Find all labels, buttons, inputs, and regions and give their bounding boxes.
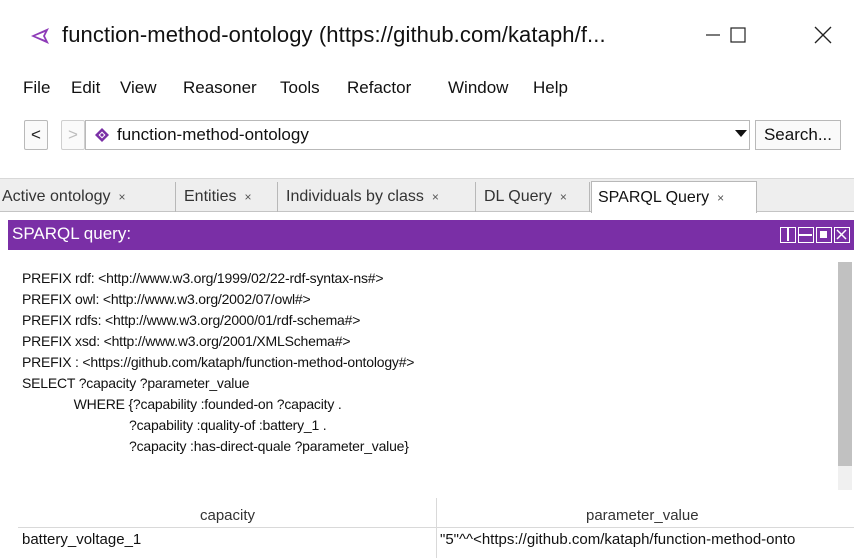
menu-reasoner[interactable]: Reasoner [183,78,257,98]
tab-entities[interactable]: Entities × [178,182,278,212]
query-line: PREFIX rdfs: <http://www.w3.org/2000/01/… [22,312,361,328]
menu-window[interactable]: Window [448,78,508,98]
tab-individuals-by-class[interactable]: Individuals by class × [280,182,476,212]
forward-button[interactable]: > [61,120,85,150]
close-icon [814,26,832,44]
query-line: PREFIX rdf: <http://www.w3.org/1999/02/2… [22,270,384,286]
close-icon[interactable]: × [432,190,439,204]
column-header-parameter-value[interactable]: parameter_value [586,507,699,524]
close-icon[interactable]: × [119,190,126,204]
menu-bar: File Edit View Reasoner Tools Refactor W… [0,70,854,108]
tab-dl-query[interactable]: DL Query × [478,182,590,212]
tab-label: DL Query [484,188,552,205]
query-line: PREFIX xsd: <http://www.w3.org/2001/XMLS… [22,333,351,349]
close-icon[interactable]: × [717,191,724,205]
table-cell[interactable]: battery_voltage_1 [22,531,141,548]
protege-icon [31,28,49,44]
tab-label: Active ontology [2,188,111,205]
query-line: WHERE {?capability :founded-on ?capacity… [22,396,342,412]
tab-sparql-query[interactable]: SPARQL Query × [591,181,757,213]
menu-refactor[interactable]: Refactor [347,78,411,98]
query-line: PREFIX owl: <http://www.w3.org/2002/07/o… [22,291,311,307]
close-icon[interactable]: × [560,190,567,204]
close-view-icon[interactable] [834,227,850,243]
navigation-bar: < > function-method-ontology Search... [0,108,854,178]
search-button[interactable]: Search... [755,120,841,150]
window-title: function-method-ontology (https://github… [62,22,606,47]
tab-label: Individuals by class [286,188,424,205]
tab-label: Entities [184,188,237,205]
menu-edit[interactable]: Edit [71,78,100,98]
maximize-icon [730,27,746,43]
close-window-button[interactable] [800,14,846,56]
query-line: ?capability :quality-of :battery_1 . [22,417,327,433]
column-divider[interactable] [436,498,437,558]
back-button[interactable]: < [24,120,48,150]
query-line: PREFIX : <https://github.com/kataph/func… [22,354,415,370]
query-line: ?capacity :has-direct-quale ?parameter_v… [22,438,409,454]
view-controls [780,227,850,243]
menu-file[interactable]: File [23,78,50,98]
float-view-icon[interactable] [816,227,832,243]
view-header: SPARQL query: [8,220,854,250]
table-cell[interactable]: "5"^^<https://github.com/kataph/function… [440,531,795,548]
sparql-query-editor[interactable]: PREFIX rdf: <http://www.w3.org/1999/02/2… [14,258,842,490]
menu-view[interactable]: View [120,78,157,98]
title-bar: function-method-ontology (https://github… [0,0,854,70]
menu-help[interactable]: Help [533,78,568,98]
tab-label: SPARQL Query [598,188,710,206]
menu-tools[interactable]: Tools [280,78,320,98]
column-header-capacity[interactable]: capacity [200,507,255,524]
ontology-diamond-icon [95,128,109,142]
maximize-button[interactable] [715,14,761,56]
tab-active-ontology[interactable]: Active ontology × [0,182,176,212]
chevron-down-icon[interactable] [735,130,747,137]
ontology-name: function-method-ontology [117,125,309,144]
view-title: SPARQL query: [12,224,132,243]
close-icon[interactable]: × [244,190,251,204]
split-vertical-icon[interactable] [780,227,796,243]
split-horizontal-icon[interactable] [798,227,814,243]
tab-strip: Active ontology × Entities × Individuals… [0,178,854,213]
ontology-selector[interactable]: function-method-ontology [85,120,750,150]
vertical-scrollbar-thumb[interactable] [838,262,852,466]
query-line: SELECT ?capacity ?parameter_value [22,375,250,391]
